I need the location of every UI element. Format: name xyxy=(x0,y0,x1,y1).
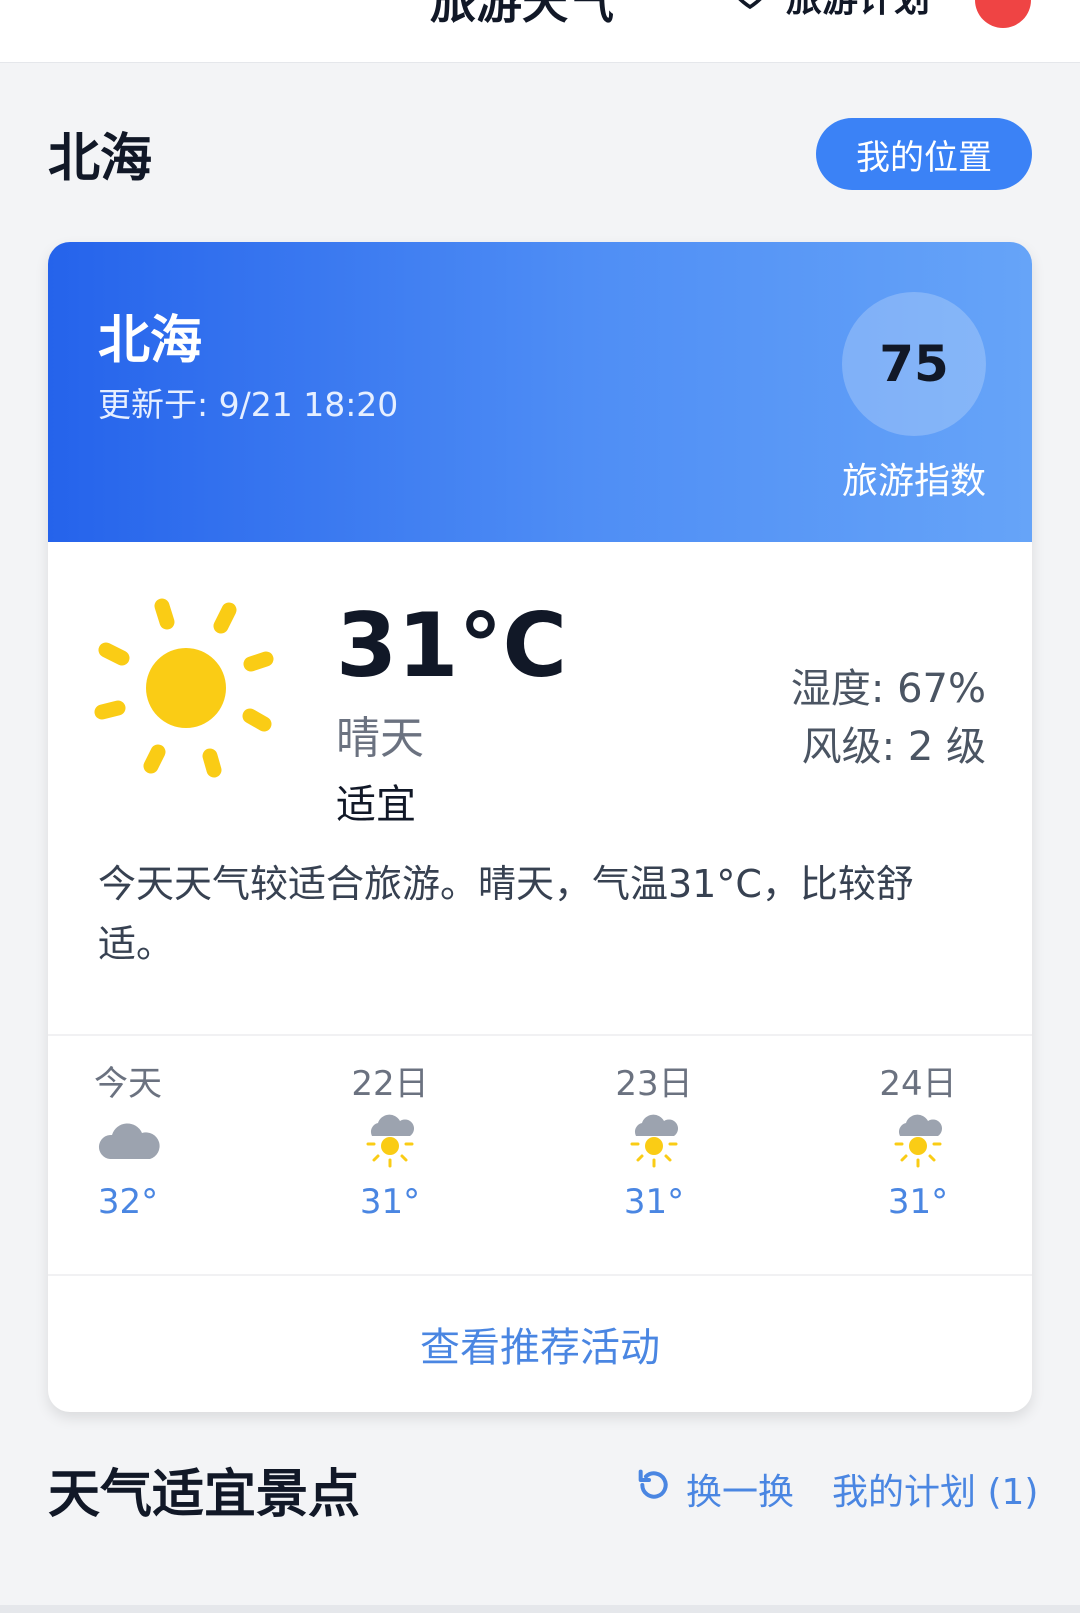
app-title: 旅游天气 xyxy=(430,0,614,29)
section-title: 天气适宜景点 xyxy=(48,1465,361,1525)
cloud-icon xyxy=(58,1102,198,1182)
forecast-item: 24日 31° xyxy=(848,1056,988,1222)
travel-index-value: 75 xyxy=(842,292,986,436)
current-temperature: 31°C xyxy=(336,594,568,697)
sun-icon xyxy=(94,594,284,784)
notification-badge[interactable] xyxy=(975,0,1031,28)
top-bar: 旅游天气 旅游计划 xyxy=(0,0,1080,63)
suitability-label: 适宜 xyxy=(336,782,416,828)
forecast-day: 24日 xyxy=(879,1064,957,1104)
forecast-item: 今天 32° xyxy=(58,1056,198,1222)
heart-icon xyxy=(730,0,770,21)
my-location-button[interactable]: 我的位置 xyxy=(816,118,1032,190)
humidity-value: 湿度: 67% xyxy=(790,666,986,712)
forecast-day: 今天 xyxy=(94,1064,162,1104)
forecast-row: 今天 32° 22日 31° 23日 31° 24日 31° xyxy=(48,1036,1032,1274)
view-recommended-activities-link[interactable]: 查看推荐活动 xyxy=(48,1276,1032,1412)
forecast-temp: 31° xyxy=(359,1182,421,1222)
travel-plan-link[interactable]: 旅游计划 xyxy=(730,0,930,22)
my-plan-link[interactable]: 我的计划 (1) xyxy=(832,1463,1038,1515)
sun-cloud-icon xyxy=(848,1102,988,1182)
forecast-temp: 31° xyxy=(623,1182,685,1222)
forecast-temp: 32° xyxy=(97,1182,159,1222)
weather-card: 北海 更新于: 9/21 18:20 75 旅游指数 31°C 晴天 适宜 湿度… xyxy=(48,242,1032,1412)
forecast-day: 22日 xyxy=(351,1064,429,1104)
refresh-button[interactable]: 换一换 xyxy=(634,1463,794,1515)
refresh-icon xyxy=(634,1465,674,1514)
forecast-temp: 31° xyxy=(887,1182,949,1222)
weather-description: 今天天气较适合旅游。晴天，气温31°C，比较舒适。 xyxy=(98,862,914,966)
travel-plan-label: 旅游计划 xyxy=(786,0,930,22)
weather-condition: 晴天 xyxy=(336,713,424,764)
bottom-edge xyxy=(0,1605,1080,1613)
weather-card-header: 北海 更新于: 9/21 18:20 75 旅游指数 xyxy=(48,242,1032,542)
sun-cloud-icon xyxy=(584,1102,724,1182)
forecast-day: 23日 xyxy=(615,1064,693,1104)
updated-time: 更新于: 9/21 18:20 xyxy=(98,385,399,424)
forecast-item: 22日 31° xyxy=(320,1056,460,1222)
page-city-title: 北海 xyxy=(48,129,153,189)
sun-cloud-icon xyxy=(320,1102,460,1182)
refresh-label: 换一换 xyxy=(686,1472,795,1513)
travel-index-label: 旅游指数 xyxy=(841,461,986,502)
header-city: 北海 xyxy=(98,311,203,371)
wind-level: 风级: 2 级 xyxy=(801,724,986,770)
forecast-item: 23日 31° xyxy=(584,1056,724,1222)
